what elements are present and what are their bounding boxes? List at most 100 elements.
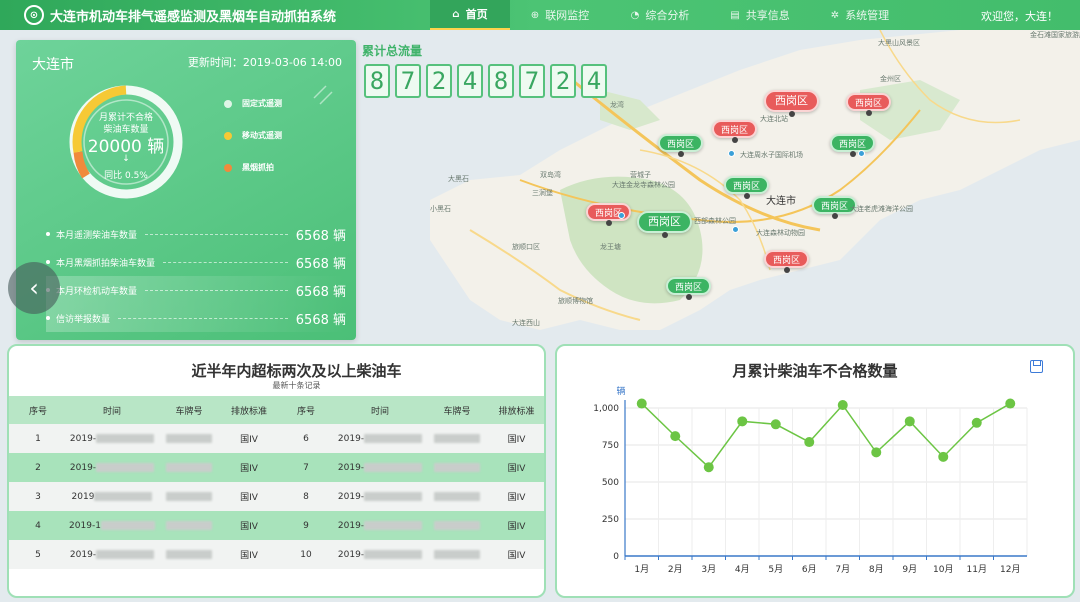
cell-time: 2019-1	[67, 511, 157, 540]
map-label: 大连周水子国际机场	[740, 151, 803, 159]
y-tick-label: 750	[602, 441, 619, 451]
welcome-text: 欢迎您，大连！	[981, 10, 1058, 23]
cell-standard: 国IV	[489, 511, 544, 540]
poi-marker[interactable]	[732, 226, 739, 233]
col-header: 车牌号	[425, 396, 489, 424]
district-badge[interactable]: 西岗区	[666, 277, 712, 300]
city-summary-panel: 大连市 更新时间：2019-03-06 14:00 月累计不合格 柴油车数量 2…	[16, 40, 356, 340]
legend-smoke: 黑烟抓拍	[224, 162, 282, 173]
data-point	[837, 400, 848, 411]
dashed-divider	[145, 289, 288, 291]
main-nav: ⌂ 首页 ⊕ 联网监控 ◔ 综合分析 ▤ 共享信息 ✲ 系统管理	[430, 0, 910, 30]
nav-label: 共享信息	[745, 9, 790, 22]
cell-no: 8	[277, 482, 335, 511]
cell-standard: 国IV	[489, 482, 544, 511]
district-badge[interactable]: 西岗区	[846, 93, 892, 116]
cell-time: 2019-	[67, 540, 157, 569]
nav-network-monitor[interactable]: ⊕ 联网监控	[510, 0, 610, 30]
dashed-divider	[145, 233, 288, 235]
nav-shared-info[interactable]: ▤ 共享信息	[710, 0, 810, 30]
legend-dot	[224, 131, 232, 140]
home-icon: ⌂	[452, 8, 460, 20]
district-badge[interactable]: 西岗区	[712, 120, 758, 143]
counter-digit: 7	[395, 64, 421, 98]
district-badge[interactable]: 西岗区	[637, 211, 692, 238]
x-tick-label: 6月	[802, 564, 817, 575]
globe-icon: ⊕	[530, 9, 540, 21]
table-row[interactable]: 3 2019 国IV 8 2019- 国IV	[9, 482, 544, 511]
total-flow-title: 累计总流量	[362, 44, 423, 58]
x-tick-label: 9月	[902, 564, 917, 575]
x-tick-label: 3月	[701, 564, 716, 575]
nav-system-manage[interactable]: ✲ 系统管理	[810, 0, 910, 30]
map-label: 大连森林动物园	[756, 229, 805, 237]
table-row[interactable]: 1 2019- 国IV 6 2019- 国IV	[9, 424, 544, 453]
counter-digit: 4	[581, 64, 607, 98]
unqualified-gauge: 月累计不合格 柴油车数量 20000 辆 ↓ 同比 0.5%	[66, 82, 186, 202]
y-tick-label: 0	[613, 552, 619, 562]
nav-label: 首页	[465, 8, 488, 21]
nav-label: 系统管理	[845, 9, 890, 22]
map-label: 大连西山	[512, 319, 540, 327]
city-name: 大连市	[32, 57, 74, 73]
table-row[interactable]: 5 2019- 国IV 10 2019- 国IV	[9, 540, 544, 569]
x-tick-label: 12月	[1000, 564, 1020, 575]
cell-time: 2019-	[335, 511, 425, 540]
data-point	[904, 416, 915, 427]
bullet	[46, 316, 50, 320]
cell-standard: 国IV	[221, 482, 277, 511]
district-badge[interactable]: 西岗区	[658, 134, 704, 157]
chevron-left-icon: ‹	[29, 274, 39, 302]
data-point	[770, 419, 781, 430]
data-point	[703, 462, 714, 473]
cell-plate	[425, 424, 489, 453]
stat-row: 本月黑烟抓拍柴油车数量 6568 辆	[46, 248, 346, 276]
stat-value: 6568 辆	[295, 284, 346, 300]
district-badge[interactable]: 西岗区	[586, 203, 632, 226]
table-header-row: 序号 时间 车牌号 排放标准 序号 时间 车牌号 排放标准	[9, 396, 544, 424]
col-header: 车牌号	[157, 396, 221, 424]
data-point	[871, 447, 882, 458]
legend-dot	[224, 163, 232, 172]
map-label: 龙王塘	[600, 243, 621, 251]
counter-digit: 2	[426, 64, 452, 98]
map-label: 金州区	[880, 75, 901, 83]
poi-marker[interactable]	[858, 150, 865, 157]
district-badge[interactable]: 西岗区	[764, 90, 819, 117]
table-row[interactable]: 2 2019- 国IV 7 2019- 国IV	[9, 453, 544, 482]
monthly-unqualified-panel: 月累计柴油车不合格数量 辆 0 250 500 750 1,000 1月 2月 3月 4月 5月 6月…	[555, 344, 1075, 598]
nav-analysis[interactable]: ◔ 综合分析	[610, 0, 710, 30]
cell-plate	[157, 453, 221, 482]
bullet	[46, 260, 50, 264]
map-label: 双岛湾	[540, 171, 561, 179]
poi-marker[interactable]	[728, 150, 735, 157]
cell-standard: 国IV	[489, 424, 544, 453]
exceed-vehicles-table: 序号 时间 车牌号 排放标准 序号 时间 车牌号 排放标准 1 2019- 国I…	[9, 396, 544, 569]
district-badge[interactable]: 西岗区	[764, 250, 810, 273]
top-header: ⊙ 大连市机动车排气遥感监测及黑烟车自动抓拍系统 ⌂ 首页 ⊕ 联网监控 ◔ 综…	[0, 0, 1080, 30]
nav-label: 联网监控	[545, 9, 590, 22]
nav-home[interactable]: ⌂ 首页	[430, 0, 510, 30]
map-label: 金石滩国家旅游度假区	[1030, 31, 1080, 39]
stat-label: 本月遥测柴油车数量	[56, 230, 138, 241]
legend-mobile: 移动式遥测	[224, 130, 282, 141]
stat-row: 本月环检机动车数量 6568 辆	[46, 276, 346, 304]
map-label: 大连金龙寺森林公园	[612, 181, 675, 189]
table-row[interactable]: 4 2019-1 国IV 9 2019- 国IV	[9, 511, 544, 540]
cell-plate	[157, 424, 221, 453]
map-label: 大连老虎滩海洋公园	[850, 205, 913, 213]
poi-marker[interactable]	[618, 212, 625, 219]
district-badge[interactable]: 西岗区	[724, 176, 770, 199]
map-label: 大连北站	[760, 115, 788, 123]
cell-plate	[425, 482, 489, 511]
exceed-vehicles-panel: 近半年内超标两次及以上柴油车 最新十条记录 序号 时间 车牌号 排放标准 序号 …	[7, 344, 546, 598]
collapse-panel-button[interactable]: ‹	[8, 262, 60, 314]
x-tick-label: 1月	[634, 564, 649, 575]
table-title: 近半年内超标两次及以上柴油车	[191, 362, 402, 380]
cell-plate	[157, 511, 221, 540]
gauge-legend: 固定式遥测 移动式遥测 黑烟抓拍	[224, 98, 282, 194]
cell-plate	[157, 482, 221, 511]
district-badge[interactable]: 西岗区	[830, 134, 876, 157]
cell-no: 4	[9, 511, 67, 540]
cell-plate	[425, 540, 489, 569]
